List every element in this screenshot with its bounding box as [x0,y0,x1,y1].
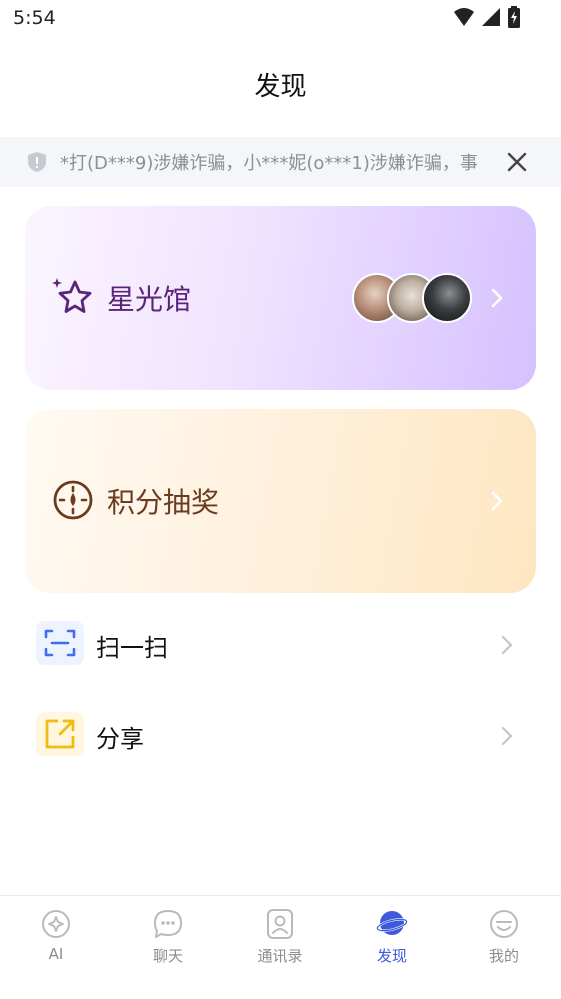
close-icon[interactable] [505,150,529,174]
sparkle-star-icon [52,278,92,313]
shield-icon [28,152,46,172]
chevron-right-icon [501,635,513,655]
ai-icon [42,910,70,938]
tab-ai[interactable]: AI [0,906,112,976]
discover-planet-icon [376,911,408,935]
tab-label: 通讯录 [257,947,303,965]
star-hall-card[interactable]: 星光馆 [25,206,536,390]
share-icon [36,712,84,756]
tab-label: 我的 [488,947,519,965]
notice-bar: *打(D***9)涉嫌诈骗，小***妮(o***1)涉嫌诈骗，事 [0,137,561,187]
tab-discover[interactable]: 发现 [336,906,448,976]
contacts-icon [267,909,293,939]
scan-icon [36,621,84,665]
scan-label: 扫一扫 [96,634,168,662]
chevron-right-icon [491,288,503,308]
status-icons [453,6,521,28]
status-bar: 5:54 [0,0,561,40]
wifi-icon [454,8,474,26]
status-time: 5:54 [13,7,56,29]
battery-icon [508,6,520,28]
avatar [422,273,472,323]
notice-text: *打(D***9)涉嫌诈骗，小***妮(o***1)涉嫌诈骗，事 [60,153,478,174]
profile-icon [490,910,518,938]
tab-contacts[interactable]: 通讯录 [224,906,336,976]
chat-icon [154,910,182,938]
tab-chat[interactable]: 聊天 [112,906,224,976]
chevron-right-icon [491,491,503,511]
points-lottery-label: 积分抽奖 [107,486,220,519]
tab-profile[interactable]: 我的 [448,906,560,976]
star-hall-label: 星光馆 [107,283,192,316]
page-title: 发现 [254,72,307,102]
tab-label: 发现 [376,947,407,965]
chevron-right-icon [501,726,513,746]
signal-icon [482,8,500,26]
share-row[interactable]: 分享 [0,700,561,770]
tab-label: 聊天 [152,947,183,965]
scan-row[interactable]: 扫一扫 [0,609,561,679]
lottery-dial-icon [53,480,93,520]
points-lottery-card[interactable]: 积分抽奖 [25,409,536,593]
tab-label: AI [48,945,64,963]
avatar-group [352,273,472,323]
bottom-tab-bar: AI 聊天 通讯录 发现 我的 [0,895,561,999]
share-label: 分享 [96,725,144,753]
